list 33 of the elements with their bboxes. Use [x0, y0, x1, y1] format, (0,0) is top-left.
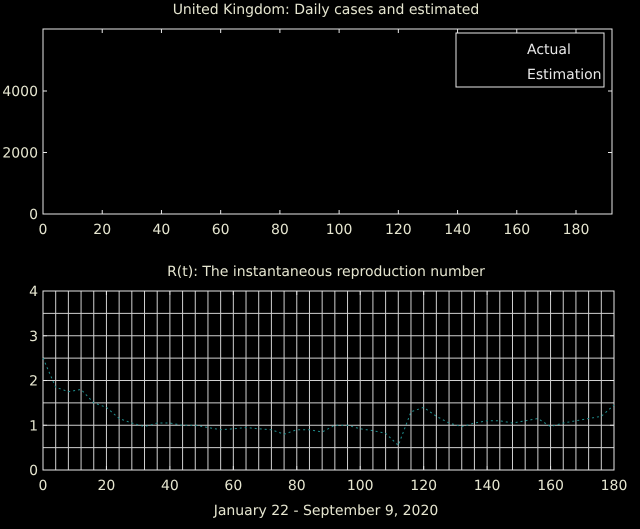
tick-label: 0 [38, 478, 48, 494]
tick-label: 60 [212, 222, 230, 238]
tick-label: 80 [288, 478, 306, 494]
tick-label: 160 [537, 478, 564, 494]
tick-label: 160 [503, 222, 530, 238]
tick-label: 0 [29, 207, 38, 223]
tick-label: 180 [562, 222, 590, 238]
tick-label: 1 [29, 418, 38, 434]
tick-label: 4000 [2, 84, 38, 100]
tick-label: 120 [384, 222, 412, 238]
tick-label: 0 [29, 463, 38, 479]
chart-title: United Kingdom: Daily cases and estimated [172, 1, 480, 20]
tick-label: 2000 [2, 146, 38, 162]
chart-title: R(t): The instantaneous reproduction number [166, 263, 486, 282]
tick-label: 100 [326, 222, 352, 238]
tick-label: 4 [29, 284, 38, 300]
tick-label: 120 [410, 478, 438, 494]
tick-label: 20 [98, 478, 116, 494]
axis-label: January 22 - September 9, 2020 [212, 502, 440, 520]
tick-label: 140 [444, 222, 471, 238]
tick-label: 100 [346, 478, 374, 494]
tick-label: 180 [600, 478, 628, 494]
tick-label: 20 [93, 222, 112, 238]
tick-label: 40 [152, 222, 170, 238]
tick-label: 40 [160, 478, 179, 494]
tick-label: 0 [38, 222, 48, 238]
tick-label: 140 [474, 478, 500, 494]
tick-label: 80 [270, 222, 289, 238]
tick-label: 2 [29, 374, 38, 390]
tick-label: 3 [29, 328, 38, 345]
legend-label: Actual [527, 42, 571, 58]
legend-label: Estimation [527, 67, 602, 83]
tick-label: 60 [224, 478, 242, 494]
